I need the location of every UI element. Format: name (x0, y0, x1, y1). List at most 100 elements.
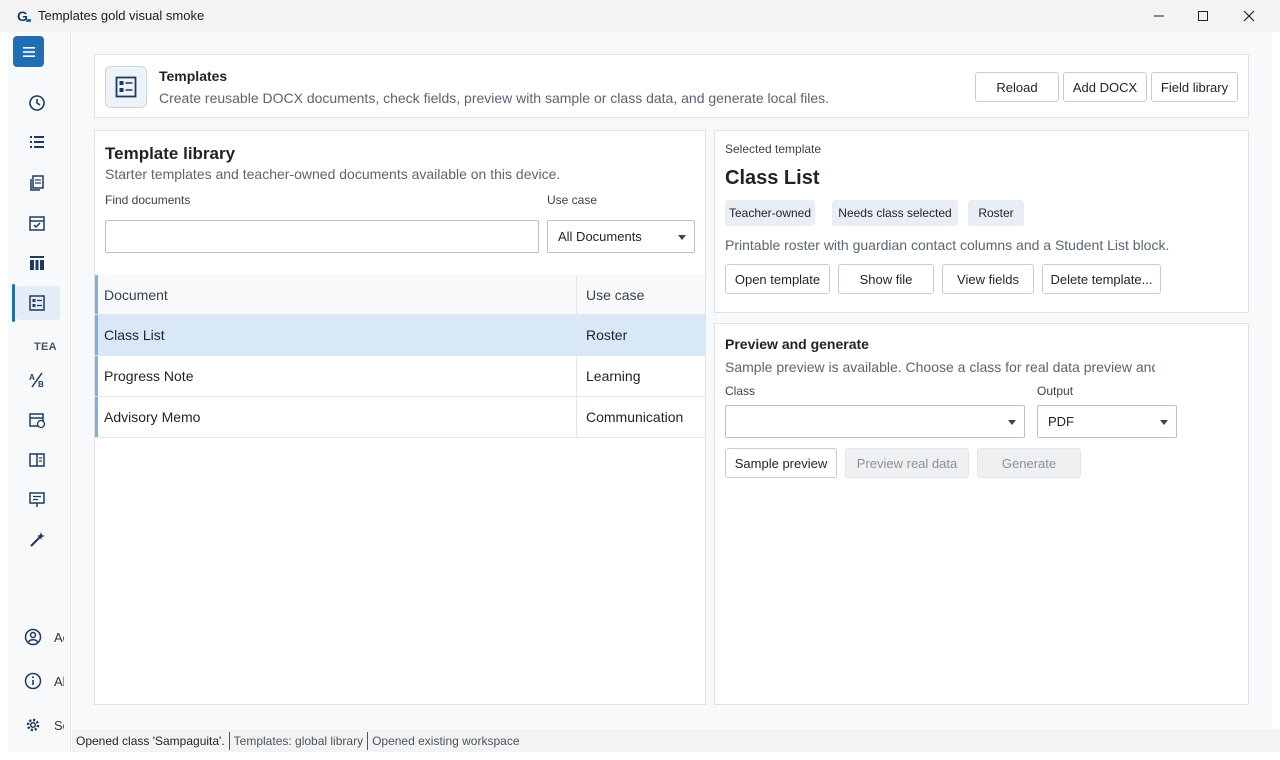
status-workspace: Opened existing workspace (367, 731, 523, 750)
document-cell: Class List (104, 327, 165, 343)
svg-text:B: B (38, 380, 44, 389)
nav-documents[interactable] (24, 170, 50, 196)
table-row[interactable]: Class List Roster (95, 315, 705, 356)
chevron-down-icon (678, 235, 686, 240)
nav-grading[interactable]: AB (24, 367, 50, 393)
table-row[interactable]: Advisory Memo Communication (95, 397, 705, 438)
preview-subtitle: Sample preview is available. Choose a cl… (725, 359, 1155, 375)
templates-icon (115, 76, 137, 98)
column-separator (576, 315, 577, 355)
nav-schedule[interactable] (24, 407, 50, 433)
documents-table: Document Use case Class List Roster Prog… (95, 275, 705, 438)
page-subtitle: Create reusable DOCX documents, check fi… (159, 90, 829, 106)
column-header-document[interactable]: Document (104, 287, 168, 303)
field-library-button[interactable]: Field library (1151, 72, 1238, 102)
calendar-check-icon (29, 216, 45, 231)
nav-presentation[interactable] (24, 487, 50, 513)
nav-recent[interactable] (24, 90, 50, 116)
chevron-down-icon (1160, 420, 1168, 425)
add-docx-button[interactable]: Add DOCX (1063, 72, 1147, 102)
class-label: Class (725, 384, 756, 398)
class-select[interactable] (725, 405, 1025, 438)
nav-tools[interactable] (24, 527, 50, 553)
use-case-cell: Communication (586, 409, 684, 425)
info-icon (24, 672, 42, 690)
reload-button[interactable]: Reload (975, 72, 1059, 102)
book-open-icon (29, 453, 45, 467)
hamburger-icon (22, 46, 35, 57)
generate-button[interactable]: Generate (977, 448, 1081, 478)
templates-header-icon (105, 66, 147, 108)
menu-toggle-button[interactable] (13, 36, 44, 67)
nav-calendar[interactable] (24, 210, 50, 236)
sample-preview-button[interactable]: Sample preview (725, 448, 837, 478)
table-header-row: Document Use case (95, 275, 705, 315)
output-label: Output (1037, 384, 1074, 398)
maximize-icon (1198, 11, 1208, 21)
preview-real-data-button[interactable]: Preview real data (845, 448, 969, 478)
delete-template-button[interactable]: Delete template... (1042, 264, 1161, 294)
column-separator (576, 397, 577, 437)
table-row[interactable]: Progress Note Learning (95, 356, 705, 397)
use-case-label: Use case (547, 193, 598, 207)
nav-active-indicator (12, 284, 15, 322)
settings-icon (26, 718, 40, 732)
app-logo-icon: G (17, 8, 31, 24)
template-library-panel: Template library Starter templates and t… (94, 130, 706, 705)
table-columns-icon (30, 256, 44, 270)
find-documents-label: Find documents (105, 193, 191, 207)
maximize-button[interactable] (1180, 0, 1226, 32)
nav-settings[interactable] (20, 712, 46, 738)
row-accent (95, 356, 98, 396)
nav-account[interactable] (20, 624, 46, 650)
history-icon (29, 95, 45, 111)
row-accent (95, 397, 98, 437)
use-case-cell: Roster (586, 327, 628, 343)
nav-about-label: About (54, 674, 64, 689)
nav-about[interactable] (20, 668, 46, 694)
row-accent (95, 275, 98, 314)
documents-icon (30, 175, 44, 191)
status-templates: Templates: global library (228, 731, 367, 750)
list-icon (30, 136, 44, 148)
open-template-button[interactable]: Open template (725, 264, 830, 294)
status-message: Opened class 'Sampaguita'. (76, 733, 225, 748)
calendar-clock-icon (29, 413, 46, 429)
minimize-icon (1154, 15, 1164, 17)
requirement-badge: Needs class selected (832, 200, 958, 226)
nav-account-label: Account (54, 630, 64, 645)
use-case-select[interactable]: All Documents (547, 220, 695, 253)
fraction-icon: AB (29, 372, 44, 389)
main-content: Templates Create reusable DOCX documents… (72, 32, 1272, 729)
owner-badge: Teacher-owned (725, 200, 815, 226)
view-fields-button[interactable]: View fields (942, 264, 1034, 294)
selected-template-description: Printable roster with guardian contact c… (725, 237, 1170, 253)
find-documents-input[interactable] (105, 220, 539, 253)
use-case-cell: Learning (586, 368, 641, 384)
nav-settings-label: Settings (54, 718, 64, 733)
nav-reading[interactable] (24, 447, 50, 473)
page-header: Templates Create reusable DOCX documents… (94, 54, 1249, 118)
library-title: Template library (105, 144, 236, 163)
presentation-icon (29, 492, 45, 507)
use-case-badge: Roster (968, 200, 1024, 226)
output-value: PDF (1048, 414, 1074, 429)
selected-template-panel: Selected template Class List Teacher-own… (714, 130, 1249, 313)
row-accent (95, 315, 98, 355)
minimize-button[interactable] (1136, 0, 1182, 32)
nav-list[interactable] (24, 129, 50, 155)
preview-generate-panel: Preview and generate Sample preview is a… (714, 323, 1249, 705)
library-subtitle: Starter templates and teacher-owned docu… (105, 166, 561, 182)
output-select[interactable]: PDF (1037, 405, 1177, 438)
nav-gradebook[interactable] (24, 250, 50, 276)
nav-templates[interactable] (24, 290, 50, 316)
column-header-use-case[interactable]: Use case (586, 287, 644, 303)
selected-template-eyebrow: Selected template (725, 142, 822, 156)
document-cell: Progress Note (104, 368, 194, 384)
column-separator (576, 275, 577, 314)
close-window-button[interactable] (1226, 0, 1272, 32)
svg-text:A: A (29, 373, 35, 382)
show-file-button[interactable]: Show file (838, 264, 934, 294)
use-case-value: All Documents (558, 229, 642, 244)
window-title: Templates gold visual smoke (38, 8, 205, 23)
